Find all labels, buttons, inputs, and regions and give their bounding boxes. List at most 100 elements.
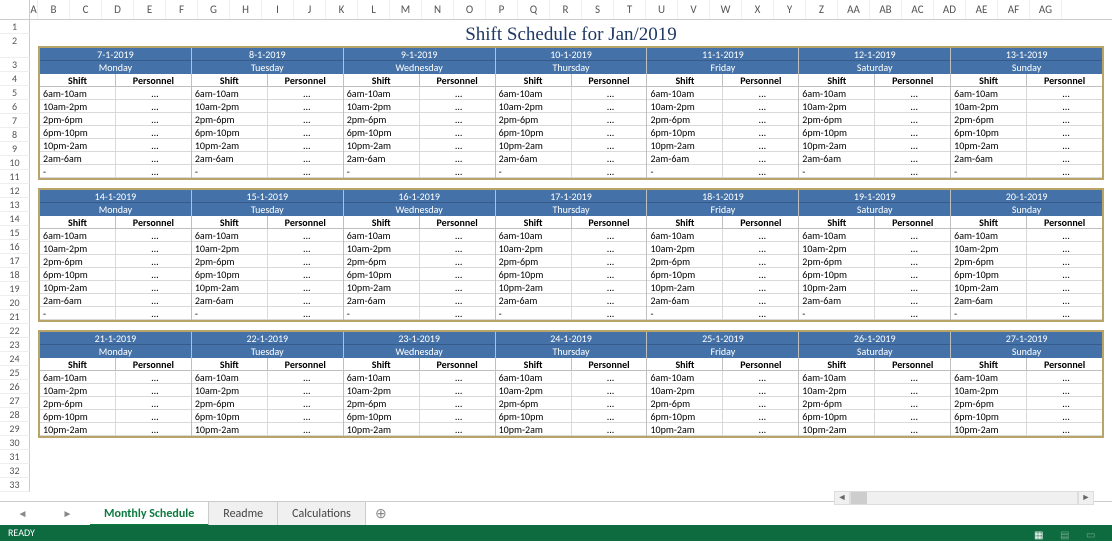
shift-row[interactable]: -... xyxy=(647,307,798,320)
personnel-cell[interactable]: ... xyxy=(1027,268,1102,281)
row-header[interactable]: 28 xyxy=(0,408,30,422)
shift-cell[interactable]: - xyxy=(799,165,875,178)
row-header[interactable]: 10 xyxy=(0,156,30,170)
scroll-track[interactable] xyxy=(850,491,1078,505)
shift-cell[interactable]: 6am-10am xyxy=(40,87,116,100)
shift-row[interactable]: 2am-6am... xyxy=(799,294,950,307)
shift-cell[interactable]: 10pm-2am xyxy=(951,139,1027,152)
row-header[interactable]: 21 xyxy=(0,310,30,324)
shift-cell[interactable]: 6am-10am xyxy=(799,87,875,100)
shift-row[interactable]: 2pm-6pm... xyxy=(951,255,1102,268)
personnel-cell[interactable]: ... xyxy=(268,281,343,294)
shift-row[interactable]: 2am-6am... xyxy=(192,294,343,307)
column-header[interactable]: AB xyxy=(870,0,902,19)
shift-row[interactable]: 10am-2pm... xyxy=(799,384,950,397)
shift-cell[interactable]: 6am-10am xyxy=(496,229,572,242)
personnel-cell[interactable]: ... xyxy=(420,255,495,268)
row-header[interactable]: 25 xyxy=(0,366,30,380)
personnel-cell[interactable]: ... xyxy=(875,423,950,436)
row-header[interactable]: 2 xyxy=(0,34,30,58)
shift-cell[interactable]: - xyxy=(192,165,268,178)
row-header[interactable]: 17 xyxy=(0,254,30,268)
shift-cell[interactable]: 2am-6am xyxy=(951,152,1027,165)
shift-row[interactable]: 6am-10am... xyxy=(951,87,1102,100)
shift-cell[interactable]: 2pm-6pm xyxy=(344,255,420,268)
column-header[interactable]: B xyxy=(38,0,70,19)
shift-row[interactable]: 10pm-2am... xyxy=(951,281,1102,294)
column-header[interactable]: X xyxy=(742,0,774,19)
personnel-cell[interactable]: ... xyxy=(116,100,191,113)
shift-cell[interactable]: 6pm-10pm xyxy=(344,126,420,139)
shift-row[interactable]: 6pm-10pm... xyxy=(192,410,343,423)
shift-row[interactable]: 6am-10am... xyxy=(496,87,647,100)
shift-row[interactable]: 10am-2pm... xyxy=(40,384,191,397)
personnel-cell[interactable]: ... xyxy=(116,152,191,165)
shift-cell[interactable]: 10pm-2am xyxy=(951,281,1027,294)
personnel-cell[interactable]: ... xyxy=(268,294,343,307)
row-header[interactable]: 13 xyxy=(0,198,30,212)
personnel-cell[interactable]: ... xyxy=(268,307,343,320)
personnel-cell[interactable]: ... xyxy=(1027,152,1102,165)
shift-row[interactable]: -... xyxy=(192,165,343,178)
shift-cell[interactable]: 6am-10am xyxy=(192,229,268,242)
column-header[interactable]: M xyxy=(390,0,422,19)
sheet-tab[interactable]: Monthly Schedule xyxy=(90,502,209,526)
shift-cell[interactable]: 10pm-2am xyxy=(344,281,420,294)
column-header[interactable]: T xyxy=(614,0,646,19)
shift-cell[interactable]: 2pm-6pm xyxy=(496,255,572,268)
row-header[interactable]: 32 xyxy=(0,464,30,478)
row-header[interactable]: 22 xyxy=(0,324,30,338)
personnel-cell[interactable]: ... xyxy=(116,268,191,281)
shift-row[interactable]: 6pm-10pm... xyxy=(496,268,647,281)
personnel-cell[interactable]: ... xyxy=(723,281,798,294)
personnel-cell[interactable]: ... xyxy=(572,410,647,423)
shift-row[interactable]: 2am-6am... xyxy=(344,294,495,307)
column-header[interactable]: AC xyxy=(902,0,934,19)
horizontal-scrollbar[interactable]: ◄ ► xyxy=(834,491,1094,505)
shift-cell[interactable]: 2pm-6pm xyxy=(647,397,723,410)
shift-cell[interactable]: 10pm-2am xyxy=(799,139,875,152)
shift-cell[interactable]: 10am-2pm xyxy=(647,100,723,113)
personnel-cell[interactable]: ... xyxy=(572,384,647,397)
personnel-cell[interactable]: ... xyxy=(723,126,798,139)
shift-cell[interactable]: 10am-2pm xyxy=(799,100,875,113)
shift-cell[interactable]: 2pm-6pm xyxy=(647,113,723,126)
personnel-cell[interactable]: ... xyxy=(875,152,950,165)
shift-cell[interactable]: 10pm-2am xyxy=(647,139,723,152)
personnel-cell[interactable]: ... xyxy=(572,229,647,242)
personnel-cell[interactable]: ... xyxy=(723,242,798,255)
shift-row[interactable]: 6pm-10pm... xyxy=(799,126,950,139)
shift-row[interactable]: 10pm-2am... xyxy=(192,281,343,294)
shift-row[interactable]: 10pm-2am... xyxy=(344,139,495,152)
row-header[interactable]: 16 xyxy=(0,240,30,254)
shift-cell[interactable]: 10am-2pm xyxy=(344,384,420,397)
shift-row[interactable]: 2pm-6pm... xyxy=(40,255,191,268)
column-header[interactable]: D xyxy=(102,0,134,19)
worksheet-grid[interactable]: Shift Schedule for Jan/2019 7-1-2019Mond… xyxy=(30,20,1112,446)
shift-cell[interactable]: 10pm-2am xyxy=(40,281,116,294)
shift-row[interactable]: 6am-10am... xyxy=(344,229,495,242)
column-header[interactable]: Q xyxy=(518,0,550,19)
shift-cell[interactable]: 2am-6am xyxy=(647,152,723,165)
personnel-cell[interactable]: ... xyxy=(875,87,950,100)
shift-cell[interactable]: 2am-6am xyxy=(496,294,572,307)
shift-cell[interactable]: 10pm-2am xyxy=(951,423,1027,436)
personnel-cell[interactable]: ... xyxy=(116,397,191,410)
shift-cell[interactable]: 10am-2pm xyxy=(344,242,420,255)
row-header[interactable]: 30 xyxy=(0,436,30,450)
personnel-cell[interactable]: ... xyxy=(572,87,647,100)
shift-row[interactable]: 10am-2pm... xyxy=(40,242,191,255)
shift-cell[interactable]: 6pm-10pm xyxy=(799,268,875,281)
shift-cell[interactable]: 2pm-6pm xyxy=(799,397,875,410)
shift-row[interactable]: 2pm-6pm... xyxy=(40,397,191,410)
personnel-cell[interactable]: ... xyxy=(875,100,950,113)
add-sheet-button[interactable]: ⊕ xyxy=(366,505,396,522)
row-header[interactable]: 26 xyxy=(0,380,30,394)
shift-cell[interactable]: 6am-10am xyxy=(344,229,420,242)
personnel-cell[interactable]: ... xyxy=(875,165,950,178)
personnel-cell[interactable]: ... xyxy=(875,229,950,242)
shift-cell[interactable]: 10am-2pm xyxy=(951,100,1027,113)
shift-cell[interactable]: 6pm-10pm xyxy=(496,126,572,139)
personnel-cell[interactable]: ... xyxy=(875,242,950,255)
shift-cell[interactable]: 6pm-10pm xyxy=(647,126,723,139)
